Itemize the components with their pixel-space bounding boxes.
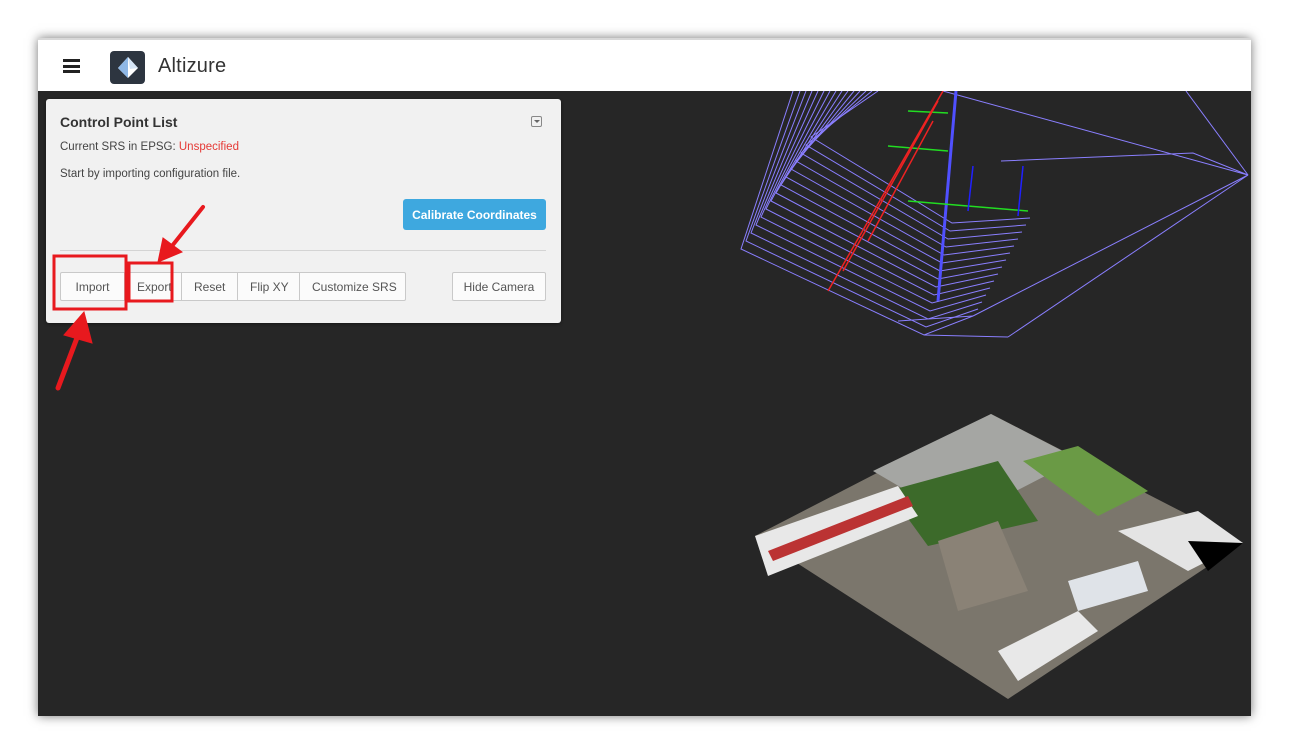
hide-camera-button[interactable]: Hide Camera xyxy=(452,272,546,301)
toolbar-button-group: Import Export Reset Flip XY Customize SR… xyxy=(60,272,406,301)
3d-viewport[interactable]: Control Point List Current SRS in EPSG: … xyxy=(38,91,1251,716)
app-title: Altizure xyxy=(158,55,227,77)
orthophoto-tile xyxy=(755,414,1243,699)
camera-frustum-wireframe xyxy=(740,91,1249,338)
srs-value: Unspecified xyxy=(178,141,239,153)
altizure-logo-icon xyxy=(110,51,145,84)
srs-status: Current SRS in EPSG: Unspecified xyxy=(60,141,239,153)
control-point-panel: Control Point List Current SRS in EPSG: … xyxy=(46,99,561,323)
reset-button[interactable]: Reset xyxy=(181,272,238,301)
panel-title: Control Point List xyxy=(60,114,178,130)
menu-icon[interactable] xyxy=(63,59,80,73)
hint-text: Start by importing configuration file. xyxy=(60,168,241,180)
import-button[interactable]: Import xyxy=(60,272,125,301)
srs-label: Current SRS in EPSG: xyxy=(60,141,179,153)
top-bar: Altizure xyxy=(38,38,1251,91)
customize-srs-button[interactable]: Customize SRS xyxy=(299,272,406,301)
collapse-icon[interactable] xyxy=(531,116,542,127)
calibrate-coordinates-button[interactable]: Calibrate Coordinates xyxy=(403,199,546,230)
divider xyxy=(60,250,546,251)
export-button[interactable]: Export xyxy=(124,272,182,301)
flip-xy-button[interactable]: Flip XY xyxy=(237,272,300,301)
app-window: Altizure Control Point List Current SRS … xyxy=(38,38,1251,716)
